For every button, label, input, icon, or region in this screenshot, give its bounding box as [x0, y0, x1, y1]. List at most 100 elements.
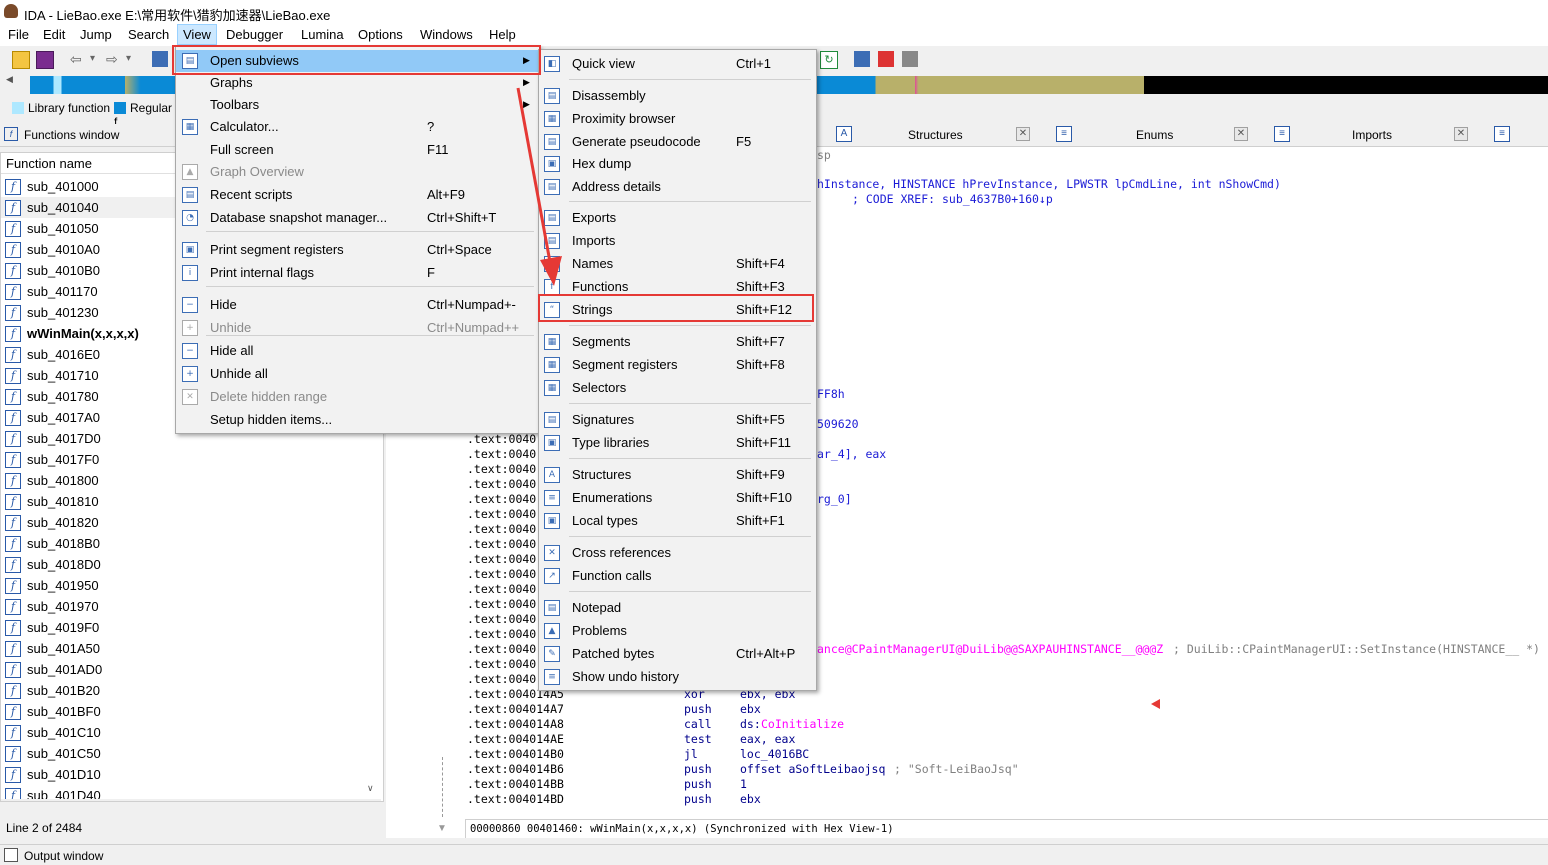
function-list-item[interactable]: f sub_401970 [1, 596, 381, 617]
subview-item-imports[interactable]: ▤ Imports [539, 230, 816, 252]
subview-item-segment-registers[interactable]: ▦ Segment registers Shift+F8 [539, 354, 816, 376]
menu-lumina[interactable]: Lumina [301, 27, 344, 42]
subview-item-selectors[interactable]: ▦ Selectors [539, 377, 816, 399]
function-list-item[interactable]: f sub_401BF0 [1, 701, 381, 722]
refresh-icon[interactable]: ↻ [820, 51, 838, 69]
function-list-item[interactable]: f sub_401810 [1, 491, 381, 512]
menu-help[interactable]: Help [489, 27, 516, 42]
function-list-item[interactable]: f sub_401AD0 [1, 659, 381, 680]
breakpoint-icon[interactable] [878, 51, 894, 67]
function-list-item[interactable]: f sub_401950 [1, 575, 381, 596]
code-mnemonic[interactable]: call [684, 717, 712, 731]
tab-enums[interactable]: ≡ Enums ✕ [1034, 124, 1252, 146]
subview-item-type-libraries[interactable]: ▣ Type libraries Shift+F11 [539, 432, 816, 454]
code-operand[interactable]: ds: [740, 717, 761, 731]
forward-arrow-icon[interactable]: ⇨ [106, 51, 122, 67]
code-mnemonic[interactable]: push [684, 702, 712, 716]
subview-item-names[interactable]: ▤NamesShift+F4 [539, 253, 816, 275]
close-icon[interactable]: ✕ [1454, 127, 1468, 141]
subview-item-quick-view[interactable]: ◧ Quick view Ctrl+1 [539, 53, 816, 75]
function-list-item[interactable]: f sub_4018D0 [1, 554, 381, 575]
function-list-item[interactable]: f sub_401B20 [1, 680, 381, 701]
close-icon[interactable]: ✕ [1016, 127, 1030, 141]
view-menu-item-delete-hidden-range[interactable]: ✕ Delete hidden range [176, 386, 539, 408]
open-folder-icon[interactable] [12, 51, 30, 69]
view-menu-item-print-segment-registers[interactable]: ▣ Print segment registers Ctrl+Space [176, 239, 539, 261]
view-menu-item-full-screen[interactable]: Full screen F11 [176, 139, 539, 161]
view-menu-item-graph-overview[interactable]: ▲ Graph Overview [176, 161, 539, 183]
subview-item-patched-bytes[interactable]: ✎ Patched bytes Ctrl+Alt+P [539, 643, 816, 665]
code-operand[interactable]: CoInitialize [761, 717, 844, 731]
subview-item-function-calls[interactable]: ↗ Function calls [539, 565, 816, 587]
chevron-down-icon[interactable]: ▾ [90, 51, 106, 67]
view-menu-item-print-internal-flags[interactable]: i Print internal flags F [176, 262, 539, 284]
code-mnemonic[interactable]: push [684, 762, 712, 776]
code-operand[interactable]: eax, eax [740, 732, 795, 746]
view-menu-item-hide[interactable]: − Hide Ctrl+Numpad+- [176, 294, 539, 316]
subview-item-disassembly[interactable]: ▤ Disassembly [539, 85, 816, 107]
subview-item-segments[interactable]: ▦ Segments Shift+F7 [539, 331, 816, 353]
subview-item-structures[interactable]: A Structures Shift+F9 [539, 464, 816, 486]
code-operand[interactable]: ebx [740, 702, 761, 716]
nav-left-arrow-icon[interactable]: ◀ [6, 74, 13, 85]
back-arrow-icon[interactable]: ⇦ [70, 51, 86, 67]
menu-windows[interactable]: Windows [420, 27, 473, 42]
view-menu-item-recent-scripts[interactable]: ▤ Recent scripts Alt+F9 [176, 184, 539, 206]
menu-debugger[interactable]: Debugger [226, 27, 283, 42]
debug-tool-icon[interactable] [902, 51, 918, 67]
function-list-item[interactable]: f sub_401800 [1, 470, 381, 491]
tab-structures[interactable]: A Structures ✕ [816, 124, 1032, 146]
subview-item-proximity-browser[interactable]: ▦ Proximity browser [539, 108, 816, 130]
menu-edit[interactable]: Edit [43, 27, 65, 42]
subview-item-local-types[interactable]: ▣ Local types Shift+F1 [539, 510, 816, 532]
toolbar-tool-icon[interactable] [152, 51, 168, 67]
chevron-down-icon[interactable]: ▾ [126, 51, 142, 67]
toolbar-tool-icon[interactable] [854, 51, 870, 67]
view-menu-item-hide-all[interactable]: − Hide all [176, 340, 539, 362]
scroll-right-icon[interactable]: > [353, 801, 358, 802]
view-menu-item-graphs[interactable]: Graphs ▶ [176, 72, 539, 94]
function-list-item[interactable]: f sub_401820 [1, 512, 381, 533]
scroll-down-icon[interactable]: ∨ [367, 783, 374, 794]
output-window-header[interactable]: Output window [0, 844, 1548, 865]
function-list-item[interactable]: f sub_401C10 [1, 722, 381, 743]
code-mnemonic[interactable]: push [684, 777, 712, 791]
subview-item-cross-references[interactable]: ✕ Cross references [539, 542, 816, 564]
function-list-item[interactable]: f sub_401D10 [1, 764, 381, 785]
code-operand[interactable]: offset aSoftLeibaojsq [740, 762, 885, 776]
code-operand[interactable]: loc_4016BC [740, 747, 809, 761]
function-list-item[interactable]: f sub_4017F0 [1, 449, 381, 470]
code-operand[interactable]: 1 [740, 777, 747, 791]
call-target[interactable]: ance@CPaintManagerUI@DuiLib@@SAXPAUHINST… [817, 642, 1163, 656]
code-mnemonic[interactable]: test [684, 732, 712, 746]
view-menu-item-calculator[interactable]: ▦ Calculator...? [176, 116, 539, 138]
code-mnemonic[interactable]: push [684, 792, 712, 806]
menu-search[interactable]: Search [128, 27, 169, 42]
subview-item-address-details[interactable]: ▤ Address details [539, 176, 816, 198]
menu-file[interactable]: File [8, 27, 29, 42]
subview-item-exports[interactable]: ▤ Exports [539, 207, 816, 229]
scroll-left-icon[interactable]: < [5, 801, 10, 802]
subview-item-signatures[interactable]: ▤ Signatures Shift+F5 [539, 409, 816, 431]
horizontal-scrollbar[interactable]: < > [1, 799, 381, 802]
view-menu-item-toolbars[interactable]: Toolbars ▶ [176, 94, 539, 116]
subview-item-hex-dump[interactable]: ▣ Hex dump [539, 153, 816, 175]
close-icon[interactable]: ✕ [1234, 127, 1248, 141]
subview-item-generate-pseudocode[interactable]: ▤ Generate pseudocode F5 [539, 131, 816, 153]
function-list-item[interactable]: f sub_4019F0 [1, 617, 381, 638]
function-list-item[interactable]: f sub_4018B0 [1, 533, 381, 554]
subview-item-notepad[interactable]: ▤ Notepad [539, 597, 816, 619]
view-menu-item-unhide-all[interactable]: + Unhide all [176, 363, 539, 385]
view-menu-item-database-snapshot-manager[interactable]: ◔ Database snapshot manager... Ctrl+Shift+… [176, 207, 539, 229]
menu-view[interactable]: View [177, 24, 217, 45]
exports-icon[interactable]: ≡ [1494, 126, 1510, 142]
function-list-item[interactable]: f sub_401A50 [1, 638, 381, 659]
code-mnemonic[interactable]: jl [684, 747, 698, 761]
tab-imports[interactable]: ≡ Imports ✕ [1254, 124, 1472, 146]
subview-item-enumerations[interactable]: ≡ Enumerations Shift+F10 [539, 487, 816, 509]
view-menu-item-setup-hidden-items[interactable]: Setup hidden items... [176, 409, 539, 431]
code-comment[interactable]: ; "Soft-LeiBaoJsq" [894, 762, 1019, 776]
menu-options[interactable]: Options [358, 27, 403, 42]
subview-item-problems[interactable]: ▲ Problems [539, 620, 816, 642]
function-list-item[interactable]: f sub_401C50 [1, 743, 381, 764]
